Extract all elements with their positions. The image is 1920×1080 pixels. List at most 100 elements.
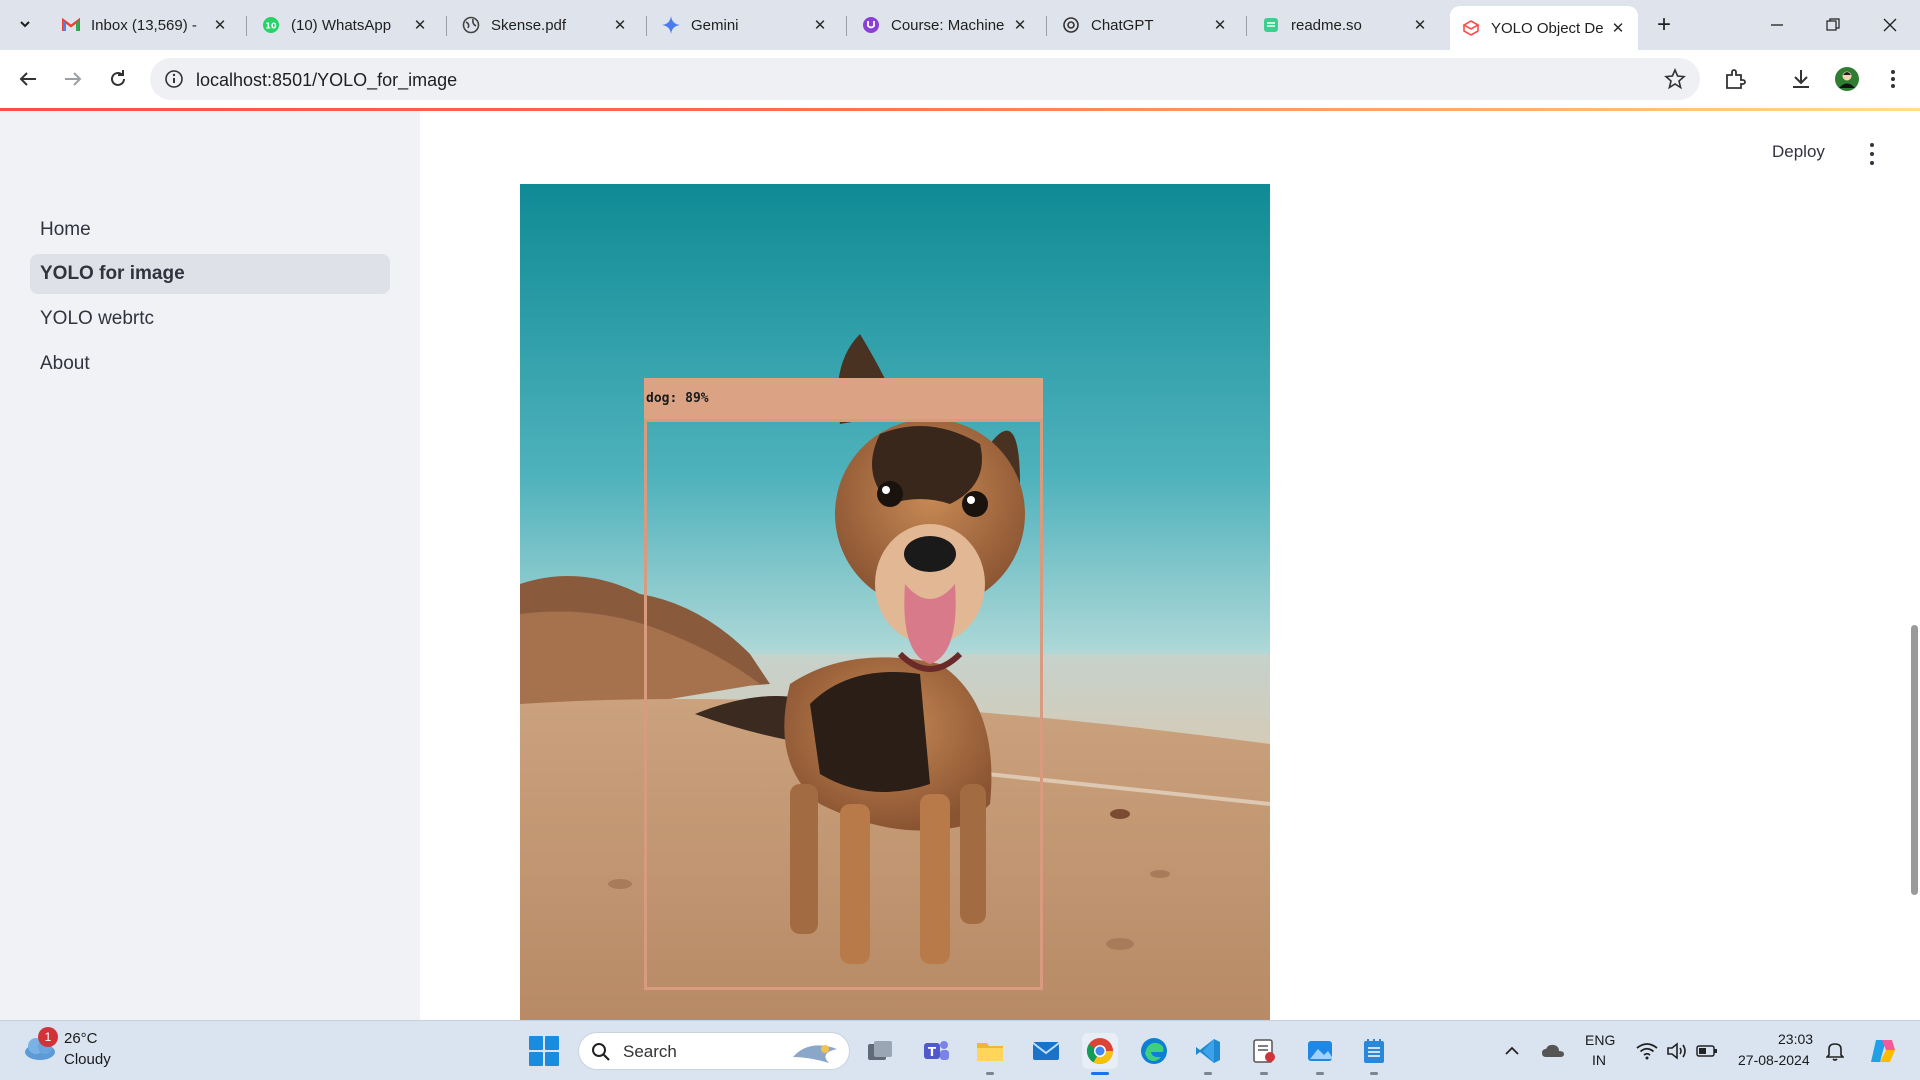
- photos-icon[interactable]: [1302, 1033, 1338, 1069]
- tab-separator: [246, 16, 247, 36]
- task-view-icon[interactable]: [862, 1033, 898, 1069]
- tab-separator: [446, 16, 447, 36]
- windows-start-icon[interactable]: [529, 1036, 559, 1066]
- tab-title: readme.so: [1291, 16, 1362, 34]
- restore-icon[interactable]: [1813, 8, 1853, 42]
- taskbar-date[interactable]: 27-08-2024: [1738, 1052, 1810, 1068]
- edge-icon[interactable]: [1136, 1033, 1172, 1069]
- url-text[interactable]: localhost:8501/YOLO_for_image: [196, 70, 457, 91]
- tab-title: Course: Machine: [891, 16, 1005, 34]
- chrome-icon[interactable]: [1082, 1033, 1118, 1069]
- svg-text:10: 10: [265, 22, 277, 31]
- chatgpt-icon: [1062, 16, 1080, 34]
- mail-icon[interactable]: [1028, 1033, 1064, 1069]
- globe-icon: [462, 16, 480, 34]
- close-tab-icon[interactable]: ✕: [210, 15, 230, 35]
- tab-skense-pdf[interactable]: Skense.pdf ✕: [450, 8, 640, 42]
- close-tab-icon[interactable]: ✕: [1608, 18, 1628, 38]
- scrollbar-thumb[interactable]: [1911, 625, 1918, 895]
- tab-course-machine[interactable]: Course: Machine ✕: [850, 8, 1040, 42]
- teams-icon[interactable]: T: [918, 1033, 954, 1069]
- close-tab-icon[interactable]: ✕: [810, 15, 830, 35]
- tab-chatgpt[interactable]: ChatGPT ✕: [1050, 8, 1240, 42]
- app-menu-icon[interactable]: [1862, 141, 1882, 167]
- volume-icon[interactable]: [1664, 1038, 1690, 1064]
- tab-title: ChatGPT: [1091, 16, 1154, 34]
- tab-readme-so[interactable]: readme.so ✕: [1250, 8, 1440, 42]
- taskbar-search-box[interactable]: Search: [578, 1032, 850, 1070]
- copilot-icon[interactable]: [1866, 1038, 1900, 1064]
- gemini-icon: [662, 16, 680, 34]
- minimize-icon[interactable]: [1757, 8, 1797, 42]
- forward-icon[interactable]: [58, 64, 88, 94]
- sidebar-item-yolo-webrtc[interactable]: YOLO webrtc: [30, 299, 390, 339]
- onedrive-cloud-icon[interactable]: [1540, 1038, 1566, 1064]
- close-window-icon[interactable]: [1870, 8, 1910, 42]
- tab-title: (10) WhatsApp: [291, 16, 392, 34]
- running-indicator: [1204, 1072, 1212, 1075]
- deploy-button[interactable]: Deploy: [1772, 142, 1825, 162]
- snipping-tool-icon[interactable]: [1246, 1033, 1282, 1069]
- streamlit-icon: [1462, 19, 1480, 37]
- extensions-icon[interactable]: [1722, 66, 1748, 92]
- whatsapp-icon: 10: [262, 16, 280, 34]
- wifi-icon[interactable]: [1634, 1038, 1660, 1064]
- sidebar-item-about[interactable]: About: [30, 344, 390, 384]
- taskbar: [0, 1020, 1920, 1080]
- address-bar[interactable]: localhost:8501/YOLO_for_image: [150, 58, 1700, 100]
- tab-search-dropdown-icon[interactable]: [12, 11, 38, 37]
- tab-title: Inbox (13,569) -: [91, 16, 197, 34]
- file-explorer-icon[interactable]: [972, 1033, 1008, 1069]
- tab-separator: [1246, 16, 1247, 36]
- notepad-icon[interactable]: [1356, 1033, 1392, 1069]
- close-tab-icon[interactable]: ✕: [1410, 15, 1430, 35]
- show-hidden-icons-chevron-icon[interactable]: [1499, 1038, 1525, 1064]
- weather-temperature[interactable]: 26°C: [64, 1030, 98, 1047]
- tab-separator: [646, 16, 647, 36]
- reload-icon[interactable]: [103, 64, 133, 94]
- download-icon[interactable]: [1788, 66, 1814, 92]
- new-tab-icon[interactable]: +: [1650, 11, 1678, 39]
- tab-gemini[interactable]: Gemini ✕: [650, 8, 840, 42]
- vscode-icon[interactable]: [1190, 1033, 1226, 1069]
- running-indicator: [1260, 1072, 1268, 1075]
- input-language[interactable]: ENG: [1585, 1032, 1615, 1048]
- running-indicator: [1091, 1072, 1109, 1075]
- notification-bell-icon[interactable]: [1822, 1038, 1848, 1064]
- sidebar-item-label: YOLO for image: [40, 263, 185, 284]
- browser-menu-icon[interactable]: [1880, 66, 1906, 92]
- back-icon[interactable]: [13, 64, 43, 94]
- sidebar-item-label: Home: [40, 219, 91, 240]
- taskbar-clock[interactable]: 23:03: [1778, 1031, 1813, 1047]
- close-tab-icon[interactable]: ✕: [1010, 15, 1030, 35]
- tab-yolo-object-detection[interactable]: YOLO Object De ✕: [1450, 6, 1638, 50]
- tab-separator: [1046, 16, 1047, 36]
- course-icon: [862, 16, 880, 34]
- site-info-icon[interactable]: [164, 69, 184, 89]
- running-indicator: [1370, 1072, 1378, 1075]
- tab-title: Skense.pdf: [491, 16, 567, 34]
- detection-bounding-box: [644, 419, 1043, 990]
- sidebar-item-yolo-for-image[interactable]: YOLO for image: [30, 254, 390, 294]
- readme-icon: [1262, 16, 1280, 34]
- input-region[interactable]: IN: [1592, 1052, 1606, 1068]
- battery-icon[interactable]: [1694, 1038, 1720, 1064]
- sidebar-item-label: YOLO webrtc: [40, 308, 155, 329]
- tab-separator: [846, 16, 847, 36]
- tab-gmail[interactable]: Inbox (13,569) - ✕: [50, 8, 240, 42]
- close-tab-icon[interactable]: ✕: [610, 15, 630, 35]
- close-tab-icon[interactable]: ✕: [410, 15, 430, 35]
- bookmark-star-icon[interactable]: [1664, 67, 1686, 90]
- search-icon: [592, 1043, 610, 1061]
- detection-label: dog: 89%: [646, 391, 709, 406]
- sidebar-item-home[interactable]: Home: [30, 210, 390, 250]
- weather-alert-badge: 1: [38, 1027, 58, 1047]
- search-placeholder: Search: [623, 1042, 677, 1061]
- close-tab-icon[interactable]: ✕: [1210, 15, 1230, 35]
- profile-avatar[interactable]: [1834, 66, 1860, 92]
- weather-condition[interactable]: Cloudy: [64, 1051, 111, 1068]
- tab-title: Gemini: [691, 16, 739, 34]
- tab-whatsapp[interactable]: 10 (10) WhatsApp ✕: [250, 8, 440, 42]
- running-indicator: [1316, 1072, 1324, 1075]
- search-highlight-icon: [793, 1045, 837, 1063]
